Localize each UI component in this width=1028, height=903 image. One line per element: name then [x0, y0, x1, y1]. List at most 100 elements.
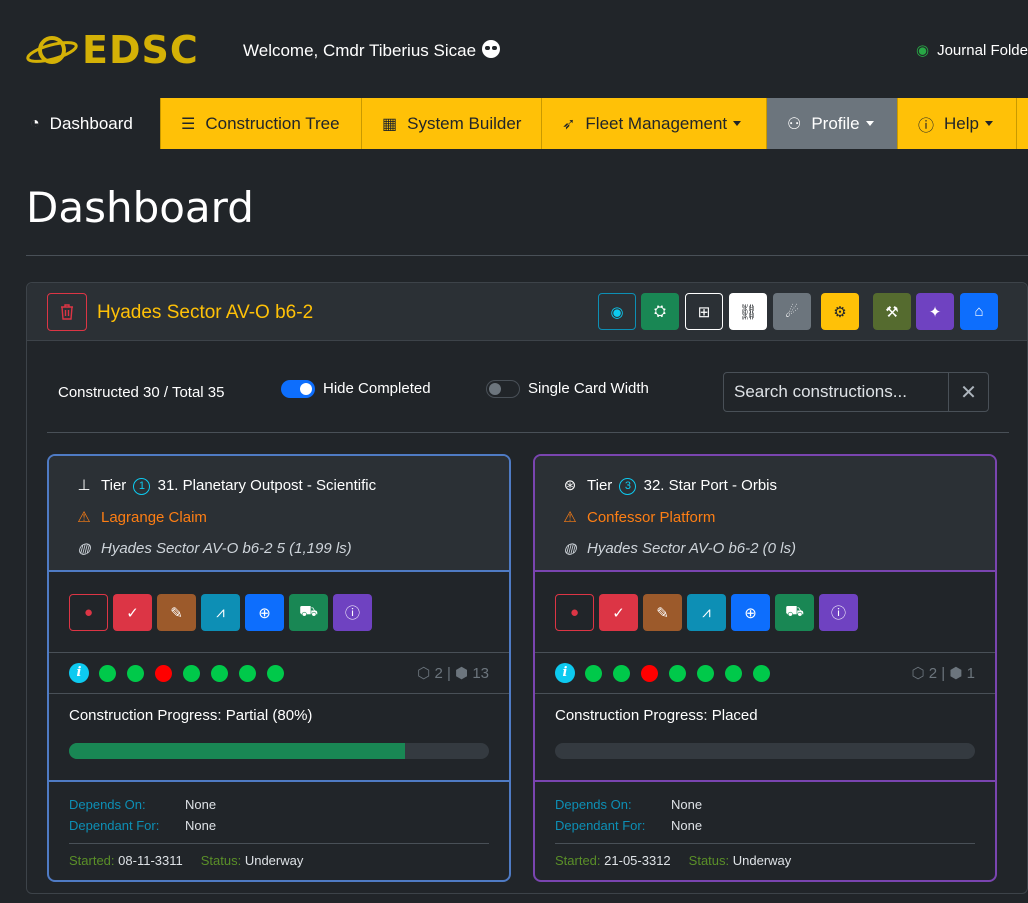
settings-button[interactable]: ⚙ [821, 293, 859, 330]
clipboard-plus-icon: ⊞ [697, 303, 711, 321]
tier-badge: 3 [619, 478, 637, 495]
rocket-icon: ➶ [562, 115, 576, 133]
edit-button[interactable]: ✎ [643, 594, 682, 631]
nav-fleet-management[interactable]: ➶ Fleet Management [542, 98, 767, 149]
claim-name[interactable]: Confessor Platform [587, 509, 715, 526]
status-value: Underway [732, 853, 792, 868]
system-panel-header: Hyades Sector AV-O b6-2 ◉ ⛭ ⊞ ⛓ ☄ ⚙ ⚒ ✦ … [27, 283, 1027, 341]
nav-label: Help [944, 113, 979, 133]
bomb-button[interactable]: ● [69, 594, 108, 631]
globe-icon: ◍ [77, 540, 91, 557]
status-dot [99, 664, 116, 682]
search-input[interactable] [724, 373, 948, 411]
chevron-down-icon [733, 121, 742, 126]
tree-list-icon: ☰ [181, 115, 196, 133]
store-button[interactable]: ⌂ [960, 293, 998, 330]
status-dot [155, 664, 172, 682]
nav-label: System Builder [407, 113, 522, 133]
nav-help[interactable]: ⓘ Help [898, 98, 1017, 149]
truck-button[interactable]: ⛟ [775, 594, 814, 631]
check-circle-icon: ✓ [612, 604, 625, 622]
hammer-icon: ⚒ [885, 303, 899, 321]
info-icon[interactable]: i [555, 663, 575, 683]
link-button[interactable]: ⛓ [729, 293, 767, 330]
cube-icon: ⬡ [417, 665, 431, 682]
single-card-width-toggle[interactable] [486, 380, 520, 398]
divider [535, 780, 995, 782]
search-box: ✕ [723, 372, 989, 412]
tier-label: Tier [101, 477, 127, 494]
chevron-down-icon [865, 121, 874, 126]
hammer-button[interactable]: ⚒ [873, 293, 911, 330]
construction-stats: Constructed 30 / Total 35 [58, 384, 225, 401]
claim-name[interactable]: Lagrange Claim [101, 509, 207, 526]
welcome-message: Welcome, Cmdr Tiberius Sicae [243, 40, 501, 61]
chart-button[interactable]: ⩘ [687, 594, 726, 631]
progress-fill [69, 743, 405, 759]
cart-button[interactable]: ⊕ [245, 594, 284, 631]
started-status-row: Started: 08-11-3311 Status: Underway [69, 853, 321, 868]
started-value: 08-11-3311 [118, 853, 183, 868]
binoculars-button[interactable]: ⛭ [641, 293, 679, 330]
divider [555, 843, 975, 844]
toggle-knob [489, 383, 501, 395]
hide-completed-toggle[interactable] [281, 380, 315, 398]
chart-button[interactable]: ⩘ [201, 594, 240, 631]
status-dots: i [69, 663, 295, 683]
clear-search-button[interactable]: ✕ [948, 373, 988, 411]
info-icon[interactable]: i [69, 663, 89, 683]
dependant-for-row: Dependant For: None [69, 818, 216, 833]
truck-icon: ⛟ [299, 603, 318, 620]
comet-button[interactable]: ☄ [773, 293, 811, 330]
clipboard-button[interactable]: ⊞ [685, 293, 723, 330]
dependant-for-value: None [671, 818, 703, 833]
nav-system-builder[interactable]: ▦ System Builder [362, 98, 542, 149]
warning-icon: ⚠ [77, 509, 91, 526]
nav-profile[interactable]: ⚇ Profile [767, 98, 898, 149]
complete-button[interactable]: ✓ [113, 594, 152, 631]
construction-card: ⊛ Tier 3 32. Star Port - Orbis ⚠ Confessor… [533, 454, 997, 882]
count-a: 2 [434, 665, 443, 682]
gauge-icon: ◔ [30, 114, 40, 132]
bomb-button[interactable]: ● [555, 594, 594, 631]
edit-button[interactable]: ✎ [157, 594, 196, 631]
status-dot [613, 664, 630, 682]
dependant-for-label: Dependant For: [555, 818, 646, 833]
status-dot [669, 664, 686, 682]
nav-construction-tree[interactable]: ☰ Construction Tree [161, 98, 362, 149]
nav-dashboard[interactable]: ◔ Dashboard [10, 98, 161, 149]
user-gear-icon: ⚇ [787, 115, 802, 133]
chevron-down-icon [984, 121, 993, 126]
divider [26, 255, 1028, 256]
view-button[interactable]: ◉ [598, 293, 636, 330]
check-circle-icon: ✓ [126, 604, 139, 622]
system-panel: Hyades Sector AV-O b6-2 ◉ ⛭ ⊞ ⛓ ☄ ⚙ ⚒ ✦ … [26, 282, 1028, 894]
info-button[interactable]: ⓘ [819, 594, 858, 631]
depends-on-value: None [671, 797, 703, 812]
status-dot [239, 664, 256, 682]
truck-icon: ⛟ [785, 603, 804, 620]
status-dot [127, 664, 144, 682]
delete-system-button[interactable] [47, 293, 87, 331]
info-button[interactable]: ⓘ [333, 594, 372, 631]
location-row: ◍ Hyades Sector AV-O b6-2 (0 ls) [561, 539, 796, 557]
truck-button[interactable]: ⛟ [289, 594, 328, 631]
cubes-icon: ⬢ [949, 665, 963, 682]
sparkles-button[interactable]: ✦ [916, 293, 954, 330]
location-row: ◍ Hyades Sector AV-O b6-2 5 (1,199 ls) [75, 539, 352, 557]
progress-label: Construction Progress: Placed [555, 707, 758, 724]
complete-button[interactable]: ✓ [599, 594, 638, 631]
cart-button[interactable]: ⊕ [731, 594, 770, 631]
warning-icon: ⚠ [563, 509, 577, 526]
status-dot [753, 664, 770, 682]
count-b: 1 [966, 665, 975, 682]
status-dot [697, 664, 714, 682]
location-text: Hyades Sector AV-O b6-2 5 (1,199 ls) [101, 540, 352, 557]
status-value: Underway [244, 853, 304, 868]
started-status-row: Started: 21-05-3312 Status: Underway [555, 853, 809, 868]
nav-label: Profile [811, 113, 860, 133]
depends-on-label: Depends On: [555, 797, 632, 812]
journal-folder-link[interactable]: ◉ Journal Folde [916, 41, 1028, 59]
edsc-logo[interactable]: EDSC [26, 28, 226, 72]
hide-completed-label: Hide Completed [323, 380, 431, 397]
